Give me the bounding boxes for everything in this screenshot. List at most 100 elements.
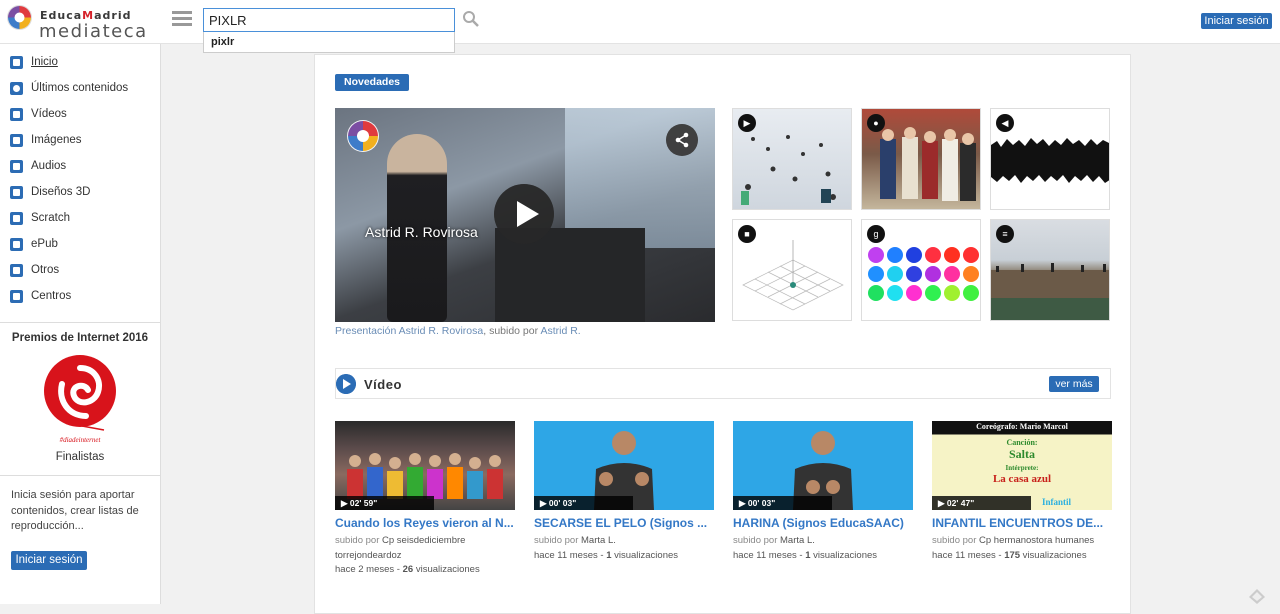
video-duration: ▶ 02' 59": [335, 496, 434, 510]
sidebar-item-label: Vídeos: [31, 108, 67, 120]
thumb-scratch-stars[interactable]: g: [861, 219, 981, 321]
thumb-text: La casa azul: [992, 473, 1052, 485]
thumb-text: Coreógrafo: Mario Marcol: [976, 422, 1068, 431]
sidebar: Inicio Últimos contenidos Vídeos Imágene…: [0, 44, 161, 604]
thumb-3d-design[interactable]: ■: [732, 219, 852, 321]
clock-icon: [10, 81, 23, 95]
video-thumbnail[interactable]: ▶ 02' 59": [335, 421, 515, 510]
scratch-type-icon: g: [867, 225, 885, 243]
diamond-corner-icon[interactable]: [1248, 588, 1266, 604]
video-title[interactable]: HARINA (Signos EducaSAAC): [733, 516, 913, 530]
video-card[interactable]: ▶ 00' 03" HARINA (Signos EducaSAAC) subi…: [733, 421, 913, 563]
sidebar-item-audios[interactable]: Audios: [10, 156, 66, 176]
sidebar-item-label: Otros: [31, 264, 60, 276]
video-title[interactable]: SECARSE EL PELO (Signos ...: [534, 516, 714, 530]
search-input[interactable]: [203, 8, 455, 32]
sidebar-item-label: Scratch: [31, 212, 70, 224]
hamburger-menu-icon[interactable]: [172, 11, 192, 27]
video-meta: subido por Marta L. hace 11 meses - 1 vi…: [733, 535, 878, 561]
video-thumbnail[interactable]: Coreógrafo: Mario Marcol Canción: Salta …: [932, 421, 1112, 510]
video-card[interactable]: ▶ 00' 03" SECARSE EL PELO (Signos ... su…: [534, 421, 714, 563]
folder-icon: [10, 289, 23, 303]
document-icon: [10, 263, 23, 277]
featured-video[interactable]: Astrid R. Rovirosa: [335, 108, 715, 322]
cube-icon: [10, 185, 23, 199]
camera-icon: [10, 133, 23, 147]
video-duration: ▶ 00' 03": [534, 496, 633, 510]
thumb-other-stadium[interactable]: ≡: [990, 219, 1110, 321]
video-author[interactable]: Cp hermanostora humanes: [979, 535, 1094, 546]
sidebar-item-scratch[interactable]: Scratch: [10, 208, 70, 228]
cube-type-icon: ■: [738, 225, 756, 243]
sidebar-item-epub[interactable]: ePub: [10, 234, 58, 254]
video-title[interactable]: INFANTIL ENCUENTROS DE...: [932, 516, 1112, 530]
premios-title: Premios de Internet 2016: [11, 332, 149, 344]
video-meta: subido por Cp seisdediciembre torrejonde…: [335, 535, 480, 575]
epub-icon: [10, 237, 23, 251]
logo-product-text: mediateca: [39, 21, 148, 42]
thumb-text: Infantil: [1042, 497, 1072, 507]
sidebar-item-videos[interactable]: Vídeos: [10, 104, 67, 124]
login-button-sidebar[interactable]: Iniciar sesión: [11, 551, 87, 570]
novedades-badge: Novedades: [335, 74, 410, 91]
educamadrid-logo[interactable]: EducaMadrid mediateca: [6, 4, 156, 42]
thumb-video-ski[interactable]: ▶: [732, 108, 852, 210]
search-icon[interactable]: [462, 10, 480, 28]
login-button-header[interactable]: Iniciar sesión: [1201, 13, 1272, 29]
diadeinternet-logo-text: #diadeinternet: [60, 436, 102, 444]
video-duration: ▶ 02' 47": [932, 496, 1031, 510]
audio-icon: [10, 159, 23, 173]
hero-caption-text: , subido por: [483, 325, 541, 337]
video-thumbnail[interactable]: ▶ 00' 03": [733, 421, 913, 510]
sidebar-item-label: Audios: [31, 160, 67, 172]
sidebar-item-centros[interactable]: Centros: [10, 286, 71, 306]
diadeinternet-logo-icon[interactable]: #diadeinternet: [42, 354, 118, 444]
hero-caption-link[interactable]: Presentación Astrid R. Rovirosa: [335, 325, 483, 337]
camera-type-icon: ●: [867, 114, 885, 132]
educamadrid-logo-icon: [7, 5, 32, 30]
video-icon: [10, 107, 23, 121]
ver-mas-button[interactable]: ver más: [1049, 376, 1099, 392]
video-card[interactable]: Coreógrafo: Mario Marcol Canción: Salta …: [932, 421, 1112, 563]
video-section-header: Vídeo ver más: [335, 368, 1111, 399]
sidebar-item-label: Centros: [31, 290, 72, 302]
sidebar-divider: [0, 322, 160, 323]
hero-caption: Presentación Astrid R. Rovirosa, subido …: [335, 325, 581, 337]
sidebar-item-otros[interactable]: Otros: [10, 260, 59, 280]
finalistas-label: Finalistas: [55, 451, 105, 463]
thumb-text: Intérprete:: [1005, 464, 1039, 472]
video-title[interactable]: Cuando los Reyes vieron al N...: [335, 516, 515, 530]
video-author[interactable]: Marta L.: [581, 535, 616, 546]
thumb-audio-waveform[interactable]: ◀: [990, 108, 1110, 210]
document-type-icon: ≡: [996, 225, 1014, 243]
sidebar-item-inicio[interactable]: Inicio: [10, 52, 58, 72]
video-meta: subido por Cp hermanostora humanes hace …: [932, 535, 1095, 561]
video-thumbnail[interactable]: ▶ 00' 03": [534, 421, 714, 510]
video-author[interactable]: Marta L.: [780, 535, 815, 546]
hero-overlay-name: Astrid R. Rovirosa: [365, 224, 478, 240]
video-meta: subido por Marta L. hace 11 meses - 1 vi…: [534, 535, 679, 561]
sidebar-item-disenos-3d[interactable]: Diseños 3D: [10, 182, 90, 202]
search-suggestion[interactable]: pixlr: [203, 32, 455, 53]
video-section-icon: [336, 374, 356, 394]
thumb-text: Salta: [1008, 447, 1035, 461]
share-icon[interactable]: [666, 124, 698, 156]
video-type-icon: ▶: [738, 114, 756, 132]
sidebar-item-label: ePub: [31, 238, 58, 250]
video-duration: ▶ 00' 03": [733, 496, 832, 510]
main-content: Novedades Astrid R. Rovirosa Presentació…: [314, 54, 1131, 614]
sidebar-item-imagenes[interactable]: Imágenes: [10, 130, 82, 150]
hero-author-link[interactable]: Astrid R.: [540, 325, 580, 337]
thumb-image-children[interactable]: ●: [861, 108, 981, 210]
video-card[interactable]: ▶ 02' 59" Cuando los Reyes vieron al N..…: [335, 421, 515, 578]
sidebar-divider: [0, 475, 160, 476]
sidebar-item-ultimos[interactable]: Últimos contenidos: [10, 78, 128, 98]
home-icon: [10, 55, 23, 69]
sidebar-item-label: Imágenes: [31, 134, 82, 146]
play-icon[interactable]: [494, 184, 554, 244]
thumb-text: Canción:: [1006, 438, 1038, 447]
sidebar-item-label: Diseños 3D: [31, 186, 91, 198]
sidebar-item-label: Inicio: [31, 56, 58, 68]
login-promo-text: Inicia sesión para aportar contenidos, c…: [11, 489, 139, 532]
scratch-icon: [10, 211, 23, 225]
